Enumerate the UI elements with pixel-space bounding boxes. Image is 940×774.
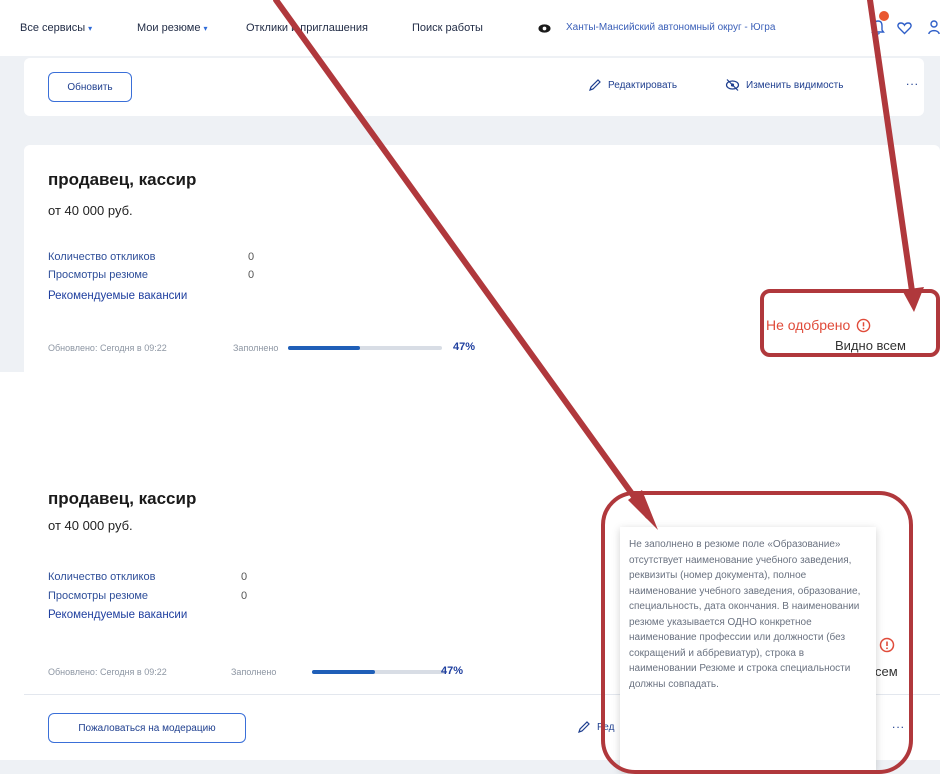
updated-timestamp: Обновлено: Сегодня в 09:22 — [48, 667, 167, 677]
top-navigation-bar: Все сервисы ▾ Мои резюме ▾ Отклики и пригл… — [0, 0, 940, 56]
resume-views-label: Просмотры резюме — [48, 590, 149, 602]
fill-percent: 47% — [453, 341, 476, 353]
nav-all-services[interactable]: Все сервисы ▾ — [20, 22, 92, 34]
resume-salary: от 40 000 руб. — [48, 518, 133, 533]
pencil-icon — [589, 79, 601, 91]
updated-timestamp: Обновлено: Сегодня в 09:22 — [48, 343, 167, 353]
region-selector[interactable]: Ханты-Мансийский автономный округ - Югра — [566, 22, 775, 33]
fill-progress-value — [288, 346, 361, 350]
filled-label: Заполнено — [231, 667, 277, 677]
bell-icon[interactable] — [871, 19, 885, 35]
fill-progress-bar — [312, 670, 446, 674]
fill-progress-value — [312, 670, 375, 674]
user-icon[interactable] — [928, 20, 940, 35]
nav-my-resumes-label: Мои резюме — [137, 22, 201, 34]
recommended-vacancies-link[interactable]: Рекомендуемые вакансии — [48, 609, 187, 621]
edit-label: Редактировать — [608, 79, 678, 91]
eye-icon[interactable] — [538, 22, 551, 35]
change-visibility-action[interactable]: Изменить видимость — [725, 78, 843, 92]
tooltip-highlight-oval — [601, 491, 913, 774]
more-menu-button[interactable]: ... — [906, 74, 919, 88]
fill-progress-bar — [288, 346, 442, 350]
chevron-down-icon: ▾ — [88, 24, 93, 33]
edit-action[interactable]: Редактировать — [588, 78, 677, 92]
change-visibility-label: Изменить видимость — [746, 79, 844, 91]
nav-all-services-label: Все сервисы — [20, 22, 86, 34]
nav-my-resumes[interactable]: Мои резюме ▾ — [137, 22, 207, 34]
resume-views-value: 0 — [248, 269, 255, 281]
responses-count-value: 0 — [248, 251, 255, 263]
eye-off-icon — [725, 79, 740, 91]
complain-moderation-button[interactable]: Пожаловаться на модерацию — [48, 713, 246, 743]
recommended-vacancies-link[interactable]: Рекомендуемые вакансии — [48, 290, 187, 302]
resume-views-label: Просмотры резюме — [48, 269, 149, 281]
heart-icon[interactable] — [897, 21, 912, 35]
chevron-down-icon: ▾ — [203, 24, 208, 33]
responses-count-value: 0 — [241, 571, 248, 583]
resume-title[interactable]: продавец, кассир — [48, 489, 196, 509]
fill-percent: 47% — [441, 665, 464, 677]
refresh-button[interactable]: Обновить — [48, 72, 132, 102]
resume-views-value: 0 — [241, 590, 248, 602]
responses-count-label: Количество откликов — [48, 571, 156, 583]
nav-responses-invitations[interactable]: Отклики и приглашения — [246, 22, 368, 34]
resume-salary: от 40 000 руб. — [48, 203, 133, 218]
responses-count-label: Количество откликов — [48, 251, 156, 263]
previous-resume-card-footer: Обновить Редактировать Изменить видимост… — [24, 58, 924, 116]
status-highlight-box — [760, 289, 940, 357]
nav-job-search[interactable]: Поиск работы — [412, 22, 483, 34]
resume-title[interactable]: продавец, кассир — [48, 170, 196, 190]
filled-label: Заполнено — [233, 343, 279, 353]
pencil-icon — [578, 721, 590, 733]
